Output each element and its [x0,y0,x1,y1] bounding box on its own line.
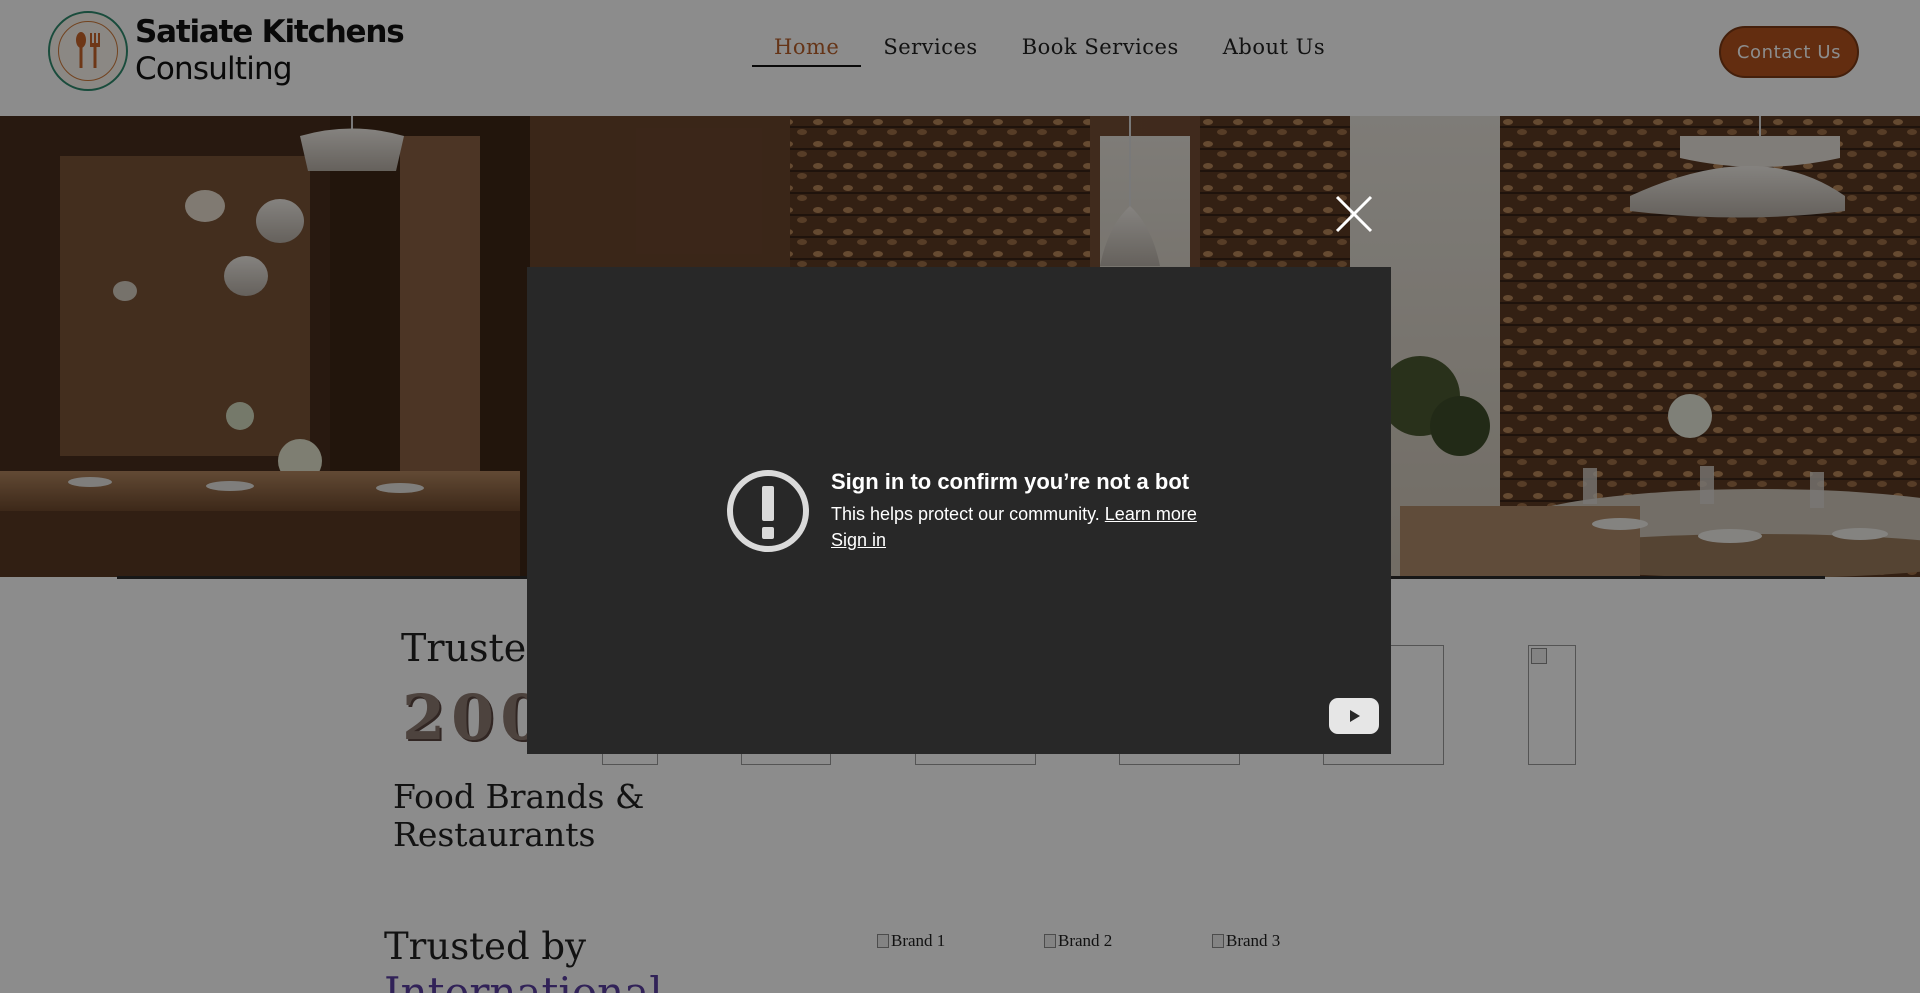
youtube-button[interactable] [1329,698,1379,734]
video-embed[interactable]: Sign in to confirm you’re not a bot This… [527,267,1391,754]
learn-more-link[interactable]: Learn more [1105,504,1197,524]
close-icon [1335,195,1373,233]
bot-check-body: This helps protect our community. Learn … [831,501,1197,527]
sign-in-row: Sign in [831,527,1197,553]
bot-check-title: Sign in to confirm you’re not a bot [831,469,1190,494]
close-button[interactable] [1331,191,1377,237]
sign-in-link[interactable]: Sign in [831,530,886,550]
alert-icon [727,470,809,552]
bot-check-text: This helps protect our community. [831,504,1100,524]
bot-check-message: Sign in to confirm you’re not a bot This… [831,467,1197,553]
youtube-play-icon [1350,710,1360,722]
